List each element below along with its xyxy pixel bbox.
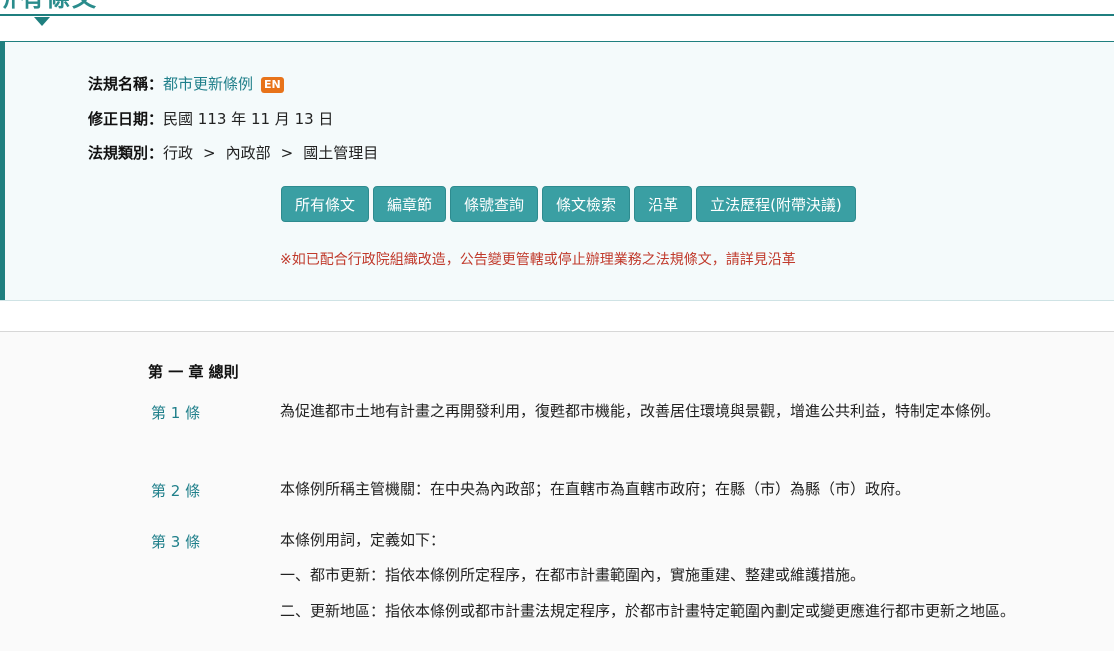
amend-date-row: 修正日期：民國 113 年 11 月 13 日 xyxy=(88,109,333,129)
caret-down-icon xyxy=(34,17,50,26)
article-text: 為促進都市土地有計畫之再開發利用，復甦都市機能，改善居住環境與景觀，增進公共利益… xyxy=(280,402,1001,420)
tab-article-search[interactable]: 條文檢索 xyxy=(542,186,631,222)
chapter-heading: 第 一 章 總則 xyxy=(148,363,239,381)
tab-all-articles[interactable]: 所有條文 xyxy=(281,186,370,222)
category-level-1: 行政 xyxy=(163,144,194,162)
law-name-link[interactable]: 都市更新條例 xyxy=(163,75,253,93)
amend-date-label: 修正日期： xyxy=(88,110,164,128)
breadcrumb-separator-icon: > xyxy=(280,144,294,162)
article-number[interactable]: 第 1 條 xyxy=(151,402,200,423)
article-number[interactable]: 第 3 條 xyxy=(151,531,200,552)
tab-chapters[interactable]: 編章節 xyxy=(373,186,447,222)
category-row: 法規類別：行政 > 內政部 > 國土管理目 xyxy=(88,143,378,163)
header-rule xyxy=(0,14,1114,16)
breadcrumb-separator-icon: > xyxy=(203,144,216,162)
category-label: 法規類別： xyxy=(88,144,164,162)
page: 所有條文 法規名稱：都市更新條例 EN 修正日期：民國 113 年 11 月 13… xyxy=(0,0,1114,651)
article-text: 本條例用詞，定義如下： xyxy=(280,531,446,549)
category-level-3: 國土管理目 xyxy=(303,144,379,162)
tab-legislative-history[interactable]: 立法歷程(附帶決議) xyxy=(696,186,856,222)
definition-item: 一、都市更新：指依本條例所定程序，在都市計畫範圍內，實施重建、整建或維護措施。 xyxy=(280,566,866,584)
article-text: 本條例所稱主管機關：在中央為內政部；在直轄市為直轄市政府；在縣（市）為縣（市）政… xyxy=(280,480,911,498)
law-info-panel: 法規名稱：都市更新條例 EN 修正日期：民國 113 年 11 月 13 日 法規… xyxy=(0,41,1114,301)
tab-history[interactable]: 沿革 xyxy=(634,186,693,222)
reorganization-notice: ※如已配合行政院組織改造，公告變更管轄或停止辦理業務之法規條文，請詳見沿革 xyxy=(280,252,796,268)
definition-item: 二、更新地區：指依本條例或都市計畫法規定程序，於都市計畫特定範圍內劃定或變更應進… xyxy=(280,602,1016,620)
amend-date-value: 民國 113 年 11 月 13 日 xyxy=(163,110,334,128)
law-tabs: 所有條文 編章節 條號查詢 條文檢索 沿革 立法歷程(附帶決議) xyxy=(281,186,860,224)
section-header: 所有條文 xyxy=(0,0,1114,16)
law-name-label: 法規名稱： xyxy=(88,75,164,93)
law-name-row: 法規名稱：都市更新條例 EN xyxy=(88,74,284,94)
article-number[interactable]: 第 2 條 xyxy=(151,480,200,501)
category-level-2: 內政部 xyxy=(225,144,271,162)
tab-article-lookup[interactable]: 條號查詢 xyxy=(450,186,539,222)
section-title: 所有條文 xyxy=(0,0,98,12)
english-version-badge[interactable]: EN xyxy=(261,77,284,93)
